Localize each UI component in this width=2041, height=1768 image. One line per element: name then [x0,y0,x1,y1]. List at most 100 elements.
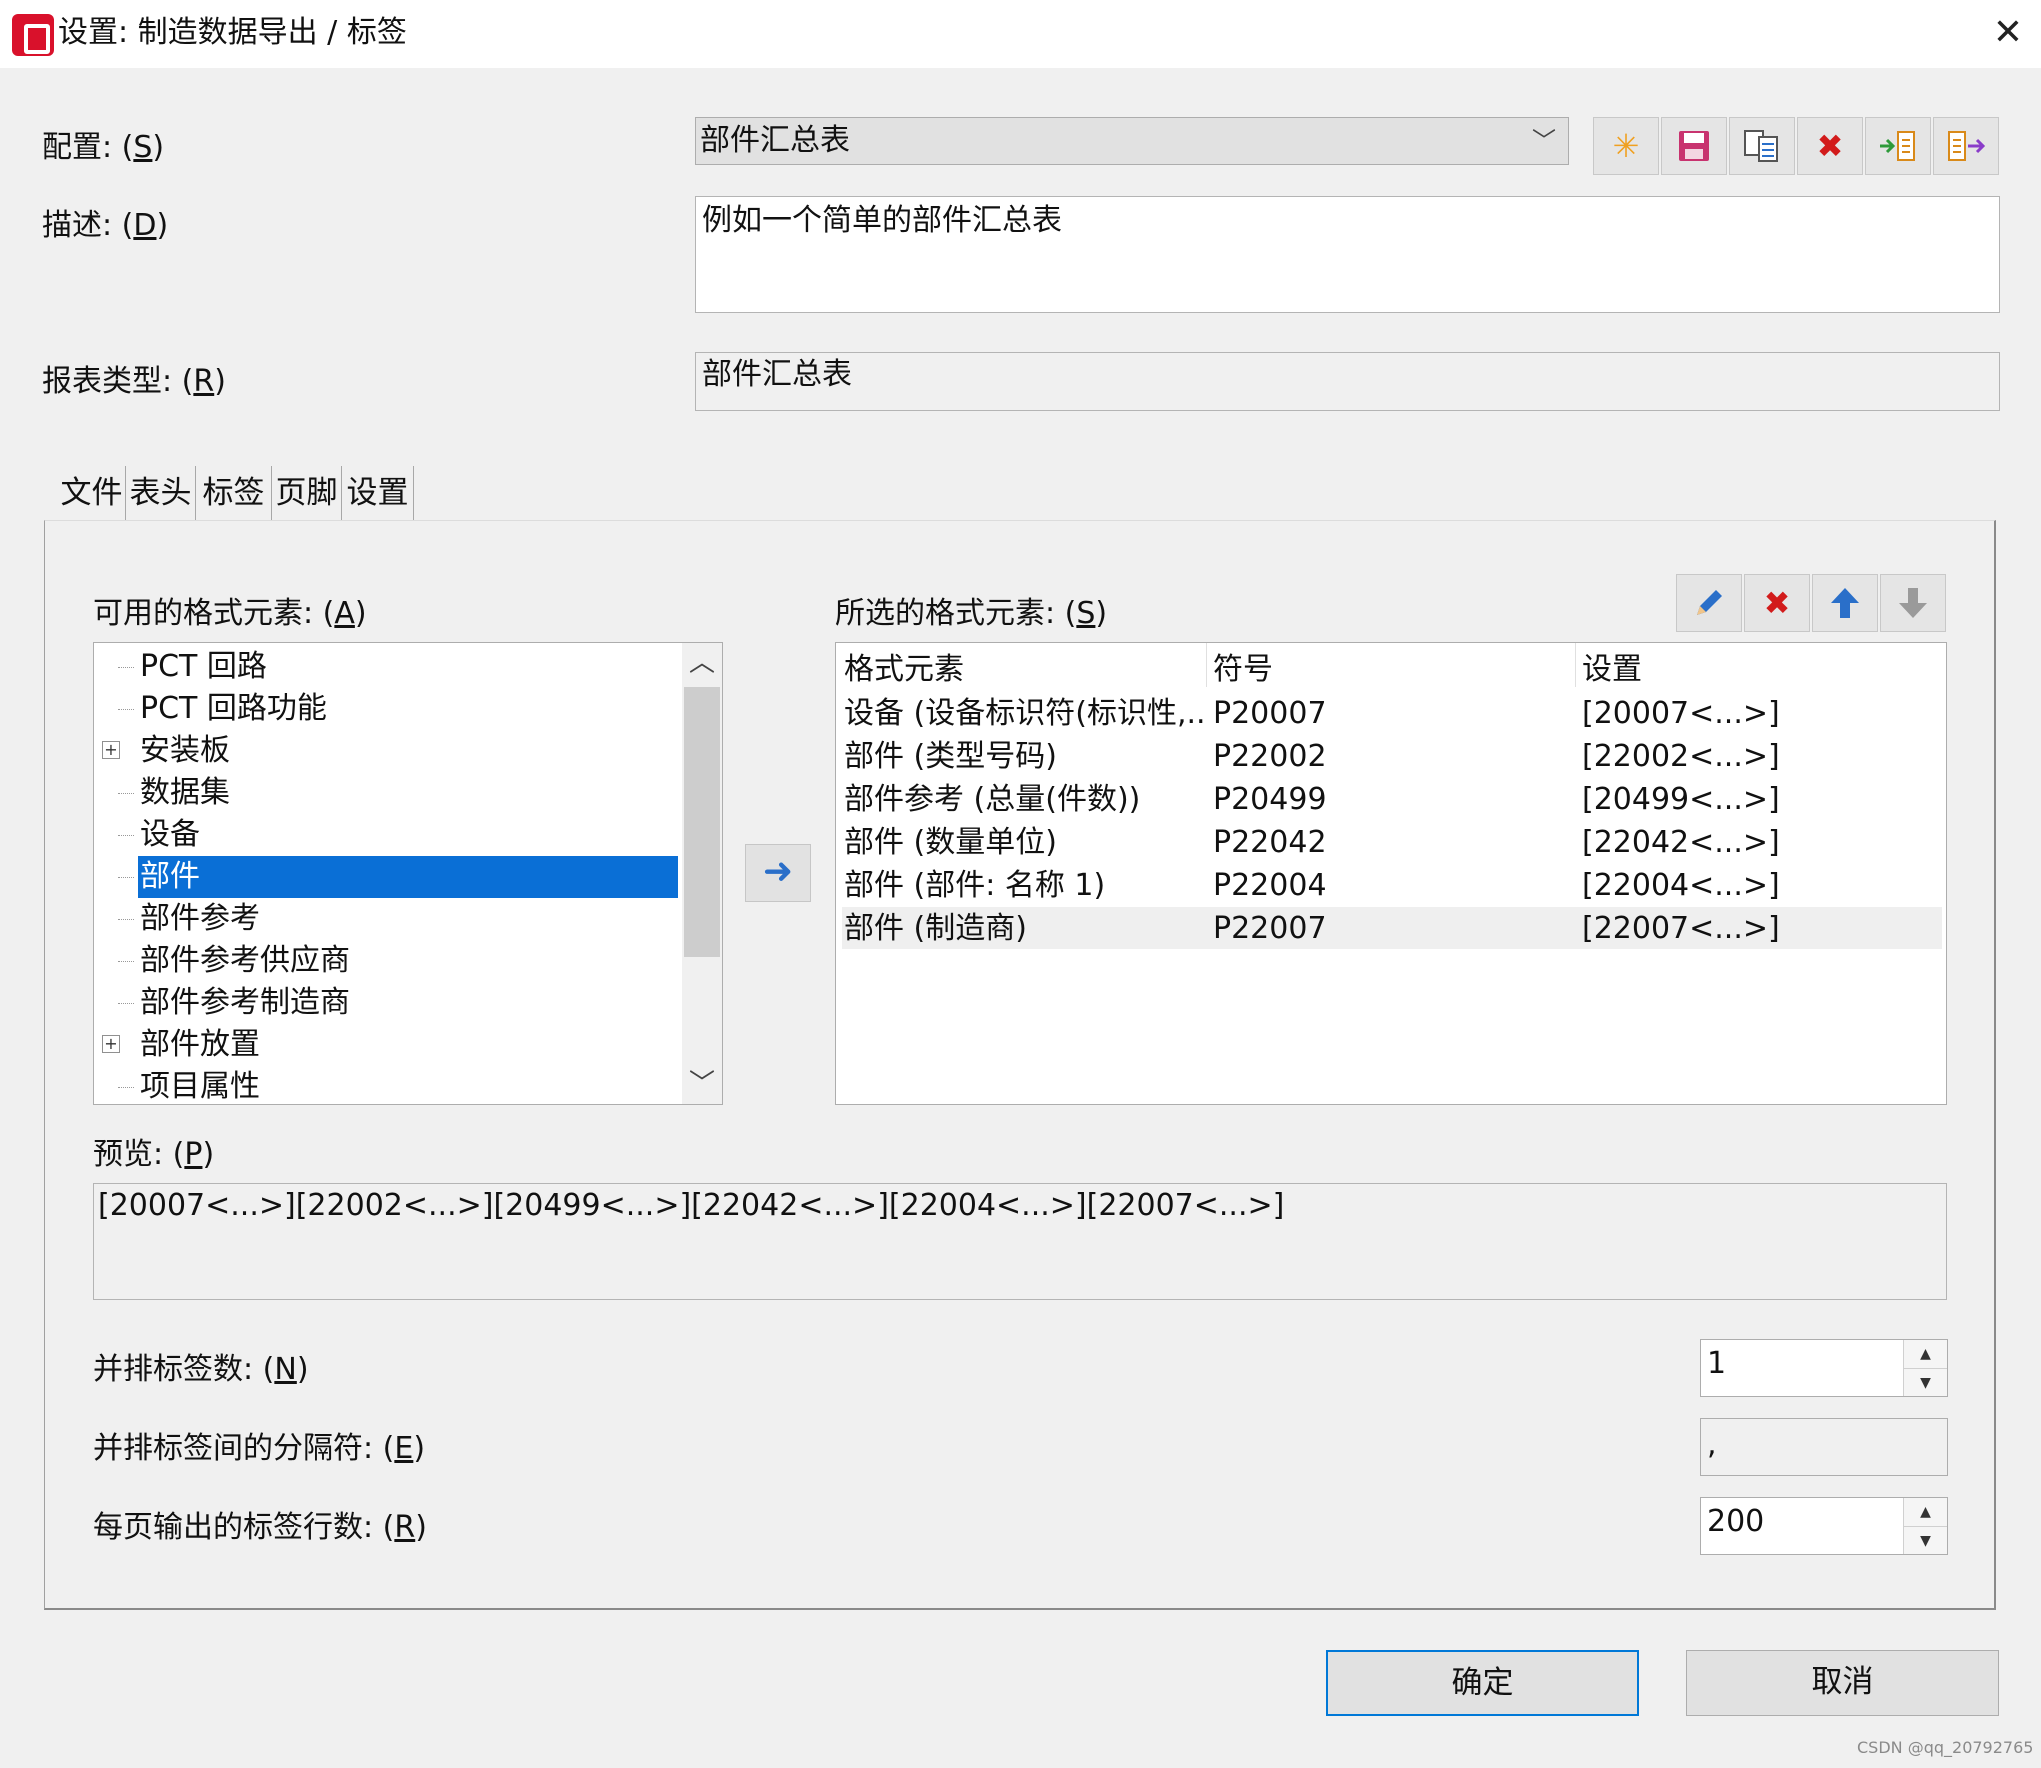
new-config-button[interactable]: ✳ [1593,117,1659,175]
table-cell[interactable]: 部件参考 (总量(件数)) [844,779,1206,821]
save-config-button[interactable] [1661,117,1727,175]
ok-button[interactable]: 确定 [1326,1650,1639,1716]
description-input[interactable]: 例如一个简单的部件汇总表 [695,196,2000,313]
table-cell[interactable]: [22002<...>] [1582,736,1780,778]
expand-icon[interactable]: + [102,1035,120,1053]
column-header-symbol[interactable]: 符号 [1213,649,1273,691]
tree-item-pct-loop[interactable]: PCT 回路 [138,646,267,688]
app-icon [12,14,54,56]
selected-label: 所选的格式元素: (S) [835,596,1108,631]
rows-per-page-label: 每页输出的标签行数: (R) [93,1510,427,1545]
copy-icon [1744,130,1778,162]
tree-item-part-reference-supplier[interactable]: 部件参考供应商 [138,940,350,982]
separator-label: 并排标签间的分隔符: (E) [93,1431,426,1466]
copy-config-button[interactable] [1729,117,1795,175]
tab-header[interactable]: 表头 [126,466,196,520]
config-dropdown[interactable]: 部件汇总表 ﹀ [695,117,1569,165]
labels-side-by-side-value: 1 [1707,1346,1727,1381]
table-cell[interactable]: P22004 [1213,865,1327,907]
available-tree[interactable]: PCT 回路 PCT 回路功能 + 安装板 数据集 设备 部件 部件参考 部件参… [93,642,723,1105]
increment-icon[interactable]: ▲ [1904,1340,1947,1368]
scrollbar-thumb[interactable] [684,687,720,957]
decrement-icon[interactable]: ▼ [1904,1368,1947,1396]
import-icon [1880,131,1915,161]
increment-icon[interactable]: ▲ [1904,1498,1947,1526]
tree-item-device[interactable]: 设备 [138,814,200,856]
move-up-button[interactable] [1812,574,1878,632]
table-cell[interactable]: [22007<...>] [1582,908,1780,950]
tree-item-part-reference[interactable]: 部件参考 [138,898,260,940]
import-config-button[interactable] [1865,117,1931,175]
table-cell[interactable]: P22042 [1213,822,1327,864]
table-cell[interactable]: [20499<...>] [1582,779,1780,821]
scroll-up-icon[interactable]: ︿ [682,643,722,683]
preview-field: [20007<...>][22002<...>][20499<...>][220… [93,1183,1947,1300]
title-bar: 设置: 制造数据导出 / 标签 ✕ [0,0,2041,68]
tab-settings[interactable]: 设置 [342,466,414,520]
rows-per-page-value: 200 [1707,1504,1765,1539]
window-title: 设置: 制造数据导出 / 标签 [58,15,407,50]
tree-item-project-properties[interactable]: 项目属性 [138,1066,260,1104]
table-cell[interactable]: P22007 [1213,908,1327,950]
tree-item-dataset[interactable]: 数据集 [138,772,230,814]
table-cell[interactable]: 部件 (类型号码) [844,736,1206,778]
export-config-button[interactable] [1933,117,1999,175]
tree-item-part-reference-manufacturer[interactable]: 部件参考制造商 [138,982,350,1024]
new-icon: ✳ [1612,127,1640,165]
available-label: 可用的格式元素: (A) [93,596,367,631]
export-icon [1948,131,1986,161]
cancel-button[interactable]: 取消 [1686,1650,1999,1716]
scroll-down-icon[interactable]: ﹀ [682,1064,722,1104]
tree-connector [118,1087,134,1088]
tab-footer[interactable]: 页脚 [272,466,342,520]
decrement-icon[interactable]: ▼ [1904,1526,1947,1554]
tab-file[interactable]: 文件 [58,466,126,520]
table-cell[interactable]: 部件 (数量单位) [844,822,1206,864]
tree-connector [118,709,134,710]
column-divider [1575,643,1576,687]
table-cell[interactable]: [22004<...>] [1582,865,1780,907]
table-cell[interactable]: 部件 (制造商) [844,908,1206,950]
tree-scrollbar[interactable]: ︿ ﹀ [682,643,722,1104]
preview-label: 预览: (P) [93,1137,215,1172]
separator-value: , [1707,1427,1717,1462]
tab-label[interactable]: 标签 [196,466,272,520]
labels-side-by-side-stepper[interactable]: 1 ▲ ▼ [1700,1339,1948,1397]
tree-connector [118,1003,134,1004]
remove-element-button[interactable]: ✖ [1744,574,1810,632]
stepper-buttons: ▲ ▼ [1903,1498,1947,1554]
separator-field[interactable]: , [1700,1418,1948,1476]
table-cell[interactable]: 设备 (设备标识符(标识性,... [844,693,1206,735]
labels-side-by-side-label: 并排标签数: (N) [93,1352,309,1387]
tree-item-mounting-panel[interactable]: 安装板 [138,730,230,772]
arrow-up-icon [1831,588,1859,618]
report-type-field: 部件汇总表 [695,352,2000,411]
column-divider [1206,643,1207,687]
table-cell[interactable]: P20499 [1213,779,1327,821]
column-header-element[interactable]: 格式元素 [844,649,964,691]
edit-element-button[interactable] [1676,574,1742,632]
table-cell[interactable]: [20007<...>] [1582,693,1780,735]
tree-connector [118,961,134,962]
expand-icon[interactable]: + [102,741,120,759]
delete-config-button[interactable]: ✖ [1797,117,1863,175]
pencil-icon [1697,590,1722,615]
config-label: 配置: (S) [42,130,165,165]
add-element-button[interactable]: ➜ [745,844,811,902]
selected-elements-grid[interactable]: 格式元素 符号 设置 设备 (设备标识符(标识性,... P20007 [200… [835,642,1947,1105]
close-icon[interactable]: ✕ [1985,10,2031,56]
tree-item-pct-loop-function[interactable]: PCT 回路功能 [138,688,327,730]
table-cell[interactable]: 部件 (部件: 名称 1) [844,865,1206,907]
column-header-settings[interactable]: 设置 [1582,649,1642,691]
rows-per-page-stepper[interactable]: 200 ▲ ▼ [1700,1497,1948,1555]
table-cell[interactable]: P22002 [1213,736,1327,778]
tree-connector [118,835,134,836]
preview-value: [20007<...>][22002<...>][20499<...>][220… [98,1188,1285,1223]
table-cell[interactable]: [22042<...>] [1582,822,1780,864]
watermark: CSDN @qq_20792765 [1857,1738,2034,1757]
tree-item-part-placement[interactable]: 部件放置 [138,1024,260,1066]
arrow-right-icon: ➜ [762,851,794,892]
move-down-button[interactable] [1880,574,1946,632]
tree-item-part[interactable]: 部件 [138,856,678,898]
table-cell[interactable]: P20007 [1213,693,1327,735]
